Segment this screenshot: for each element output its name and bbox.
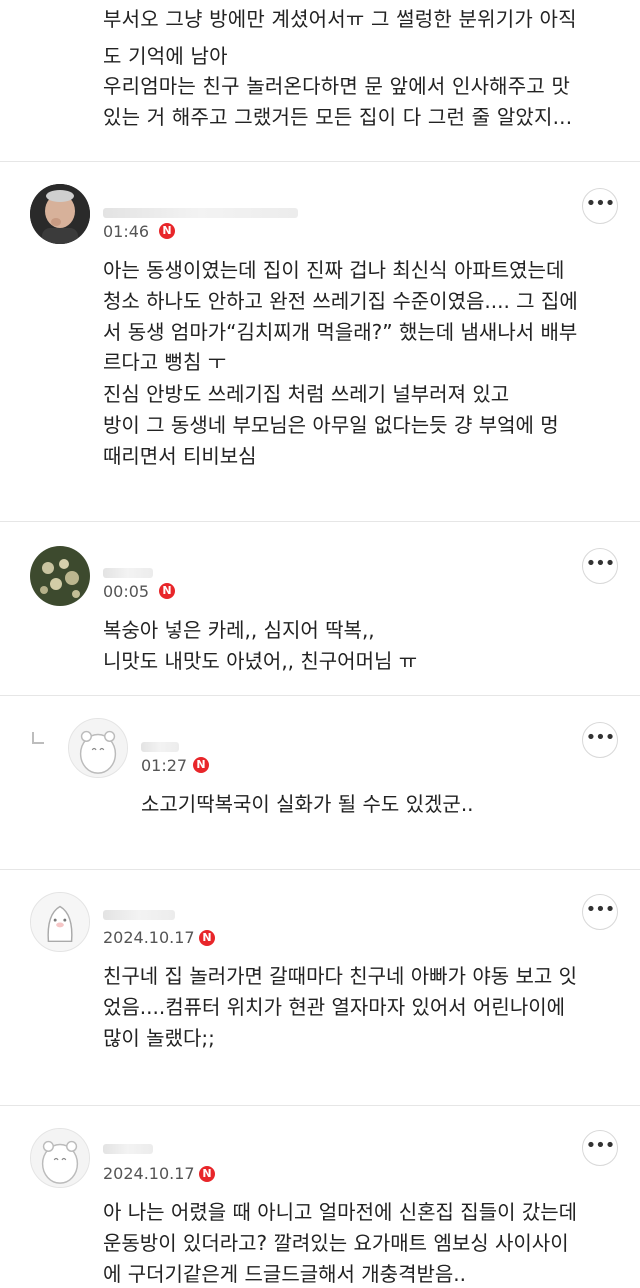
new-badge-icon: N: [159, 223, 175, 239]
comment-text-line: 아 나는 어렸을 때 아니고 얼마전에 신혼집 집들이 갔는데: [103, 1200, 578, 1224]
comment-text-line: 아는 동생이였는데 집이 진짜 겁나 최신식 아파트였는데: [103, 258, 565, 282]
comment-text-line: 소고기딱복국이 실화가 될 수도 있겠군..: [141, 792, 474, 816]
comment-item: 01:46 N ••• 아는 동생이였는데 집이 진짜 겁나 최신식 아파트였는…: [0, 162, 640, 522]
reply-item: 01:27 N ••• 소고기딱복국이 실화가 될 수도 있겠군..: [0, 696, 640, 870]
author-name-blurred[interactable]: [103, 568, 153, 578]
comment-time: 2024.10.17: [103, 1164, 195, 1183]
comment-item: 2024.10.17 N ••• 아 나는 어렸을 때 아니고 얼마전에 신혼집…: [0, 1106, 640, 1286]
comment-text-line: 도 기억에 남아: [103, 44, 228, 68]
comment-text-line: 에 구더기같은게 드글드글해서 개충격받음..: [103, 1262, 466, 1286]
avatar[interactable]: [30, 184, 90, 244]
comment-text-line: 니맛도 내맛도 아녔어,, 친구어머님 ㅠ: [103, 649, 418, 673]
comment-text-line: 진심 안방도 쓰레기집 처럼 쓰레기 널부러져 있고: [103, 382, 510, 406]
reply-arrow-icon: [32, 732, 44, 744]
avatar[interactable]: [68, 718, 128, 778]
author-name-blurred[interactable]: [103, 208, 298, 218]
comment-text-line: 때리면서 티비보심: [103, 444, 257, 468]
new-badge-icon: N: [199, 1166, 215, 1182]
new-badge-icon: N: [193, 757, 209, 773]
avatar[interactable]: [30, 1128, 90, 1188]
comment-text-line: 청소 하나도 안하고 완전 쓰레기집 수준이였음.... 그 집에: [103, 289, 578, 313]
comment-text-line: 친구네 집 놀러가면 갈때마다 친구네 아빠가 야동 보고 잇: [103, 964, 578, 988]
more-options-button[interactable]: •••: [582, 548, 618, 584]
comment-text-line: 르다고 뻥침 ㅜ: [103, 350, 227, 374]
comment-text-line: 복숭아 넣은 카레,, 심지어 딱복,,: [103, 618, 375, 642]
comment-item: 2024.10.17 N ••• 친구네 집 놀러가면 갈때마다 친구네 아빠가…: [0, 870, 640, 1106]
more-options-button[interactable]: •••: [582, 1130, 618, 1166]
author-name-blurred[interactable]: [103, 910, 175, 920]
avatar[interactable]: [30, 546, 90, 606]
comment-text-line: 부서오 그냥 방에만 계셨어서ㅠ 그 썰렁한 분위기가 아직: [103, 7, 577, 31]
comment-item: 00:05 N ••• 복숭아 넣은 카레,, 심지어 딱복,, 니맛도 내맛도…: [0, 522, 640, 696]
author-name-blurred[interactable]: [141, 742, 179, 752]
more-options-button[interactable]: •••: [582, 188, 618, 224]
author-name-blurred[interactable]: [103, 1144, 153, 1154]
comment-time: 00:05: [103, 582, 150, 601]
comment-text-line: 운동방이 있더라고? 깔려있는 요가매트 엠보싱 사이사이: [103, 1231, 569, 1255]
more-options-button[interactable]: •••: [582, 894, 618, 930]
comment-text-line: 우리엄마는 친구 놀러온다하면 문 앞에서 인사해주고 맛: [103, 74, 571, 98]
comment-time: 01:46: [103, 222, 150, 241]
comment-text-line: 었음....컴퓨터 위치가 현관 열자마자 있어서 어린나이에: [103, 995, 566, 1019]
comment-text-line: 방이 그 동생네 부모님은 아무일 없다는듯 걍 부엌에 멍: [103, 413, 559, 437]
comment-text-line: 있는 거 해주고 그랬거든 모든 집이 다 그런 줄 알았지...: [103, 105, 573, 129]
comment-text-line: 서 동생 엄마가“김치찌개 먹을래?” 했는데 냄새나서 배부: [103, 320, 578, 344]
previous-comment-fragment: 부서오 그냥 방에만 계셨어서ㅠ 그 썰렁한 분위기가 아직 도 기억에 남아 …: [0, 0, 640, 162]
comment-text-line: 많이 놀랬다;;: [103, 1026, 215, 1050]
more-options-button[interactable]: •••: [582, 722, 618, 758]
new-badge-icon: N: [199, 930, 215, 946]
new-badge-icon: N: [159, 583, 175, 599]
comment-time: 2024.10.17: [103, 928, 195, 947]
avatar[interactable]: [30, 892, 90, 952]
comment-time: 01:27: [141, 756, 188, 775]
